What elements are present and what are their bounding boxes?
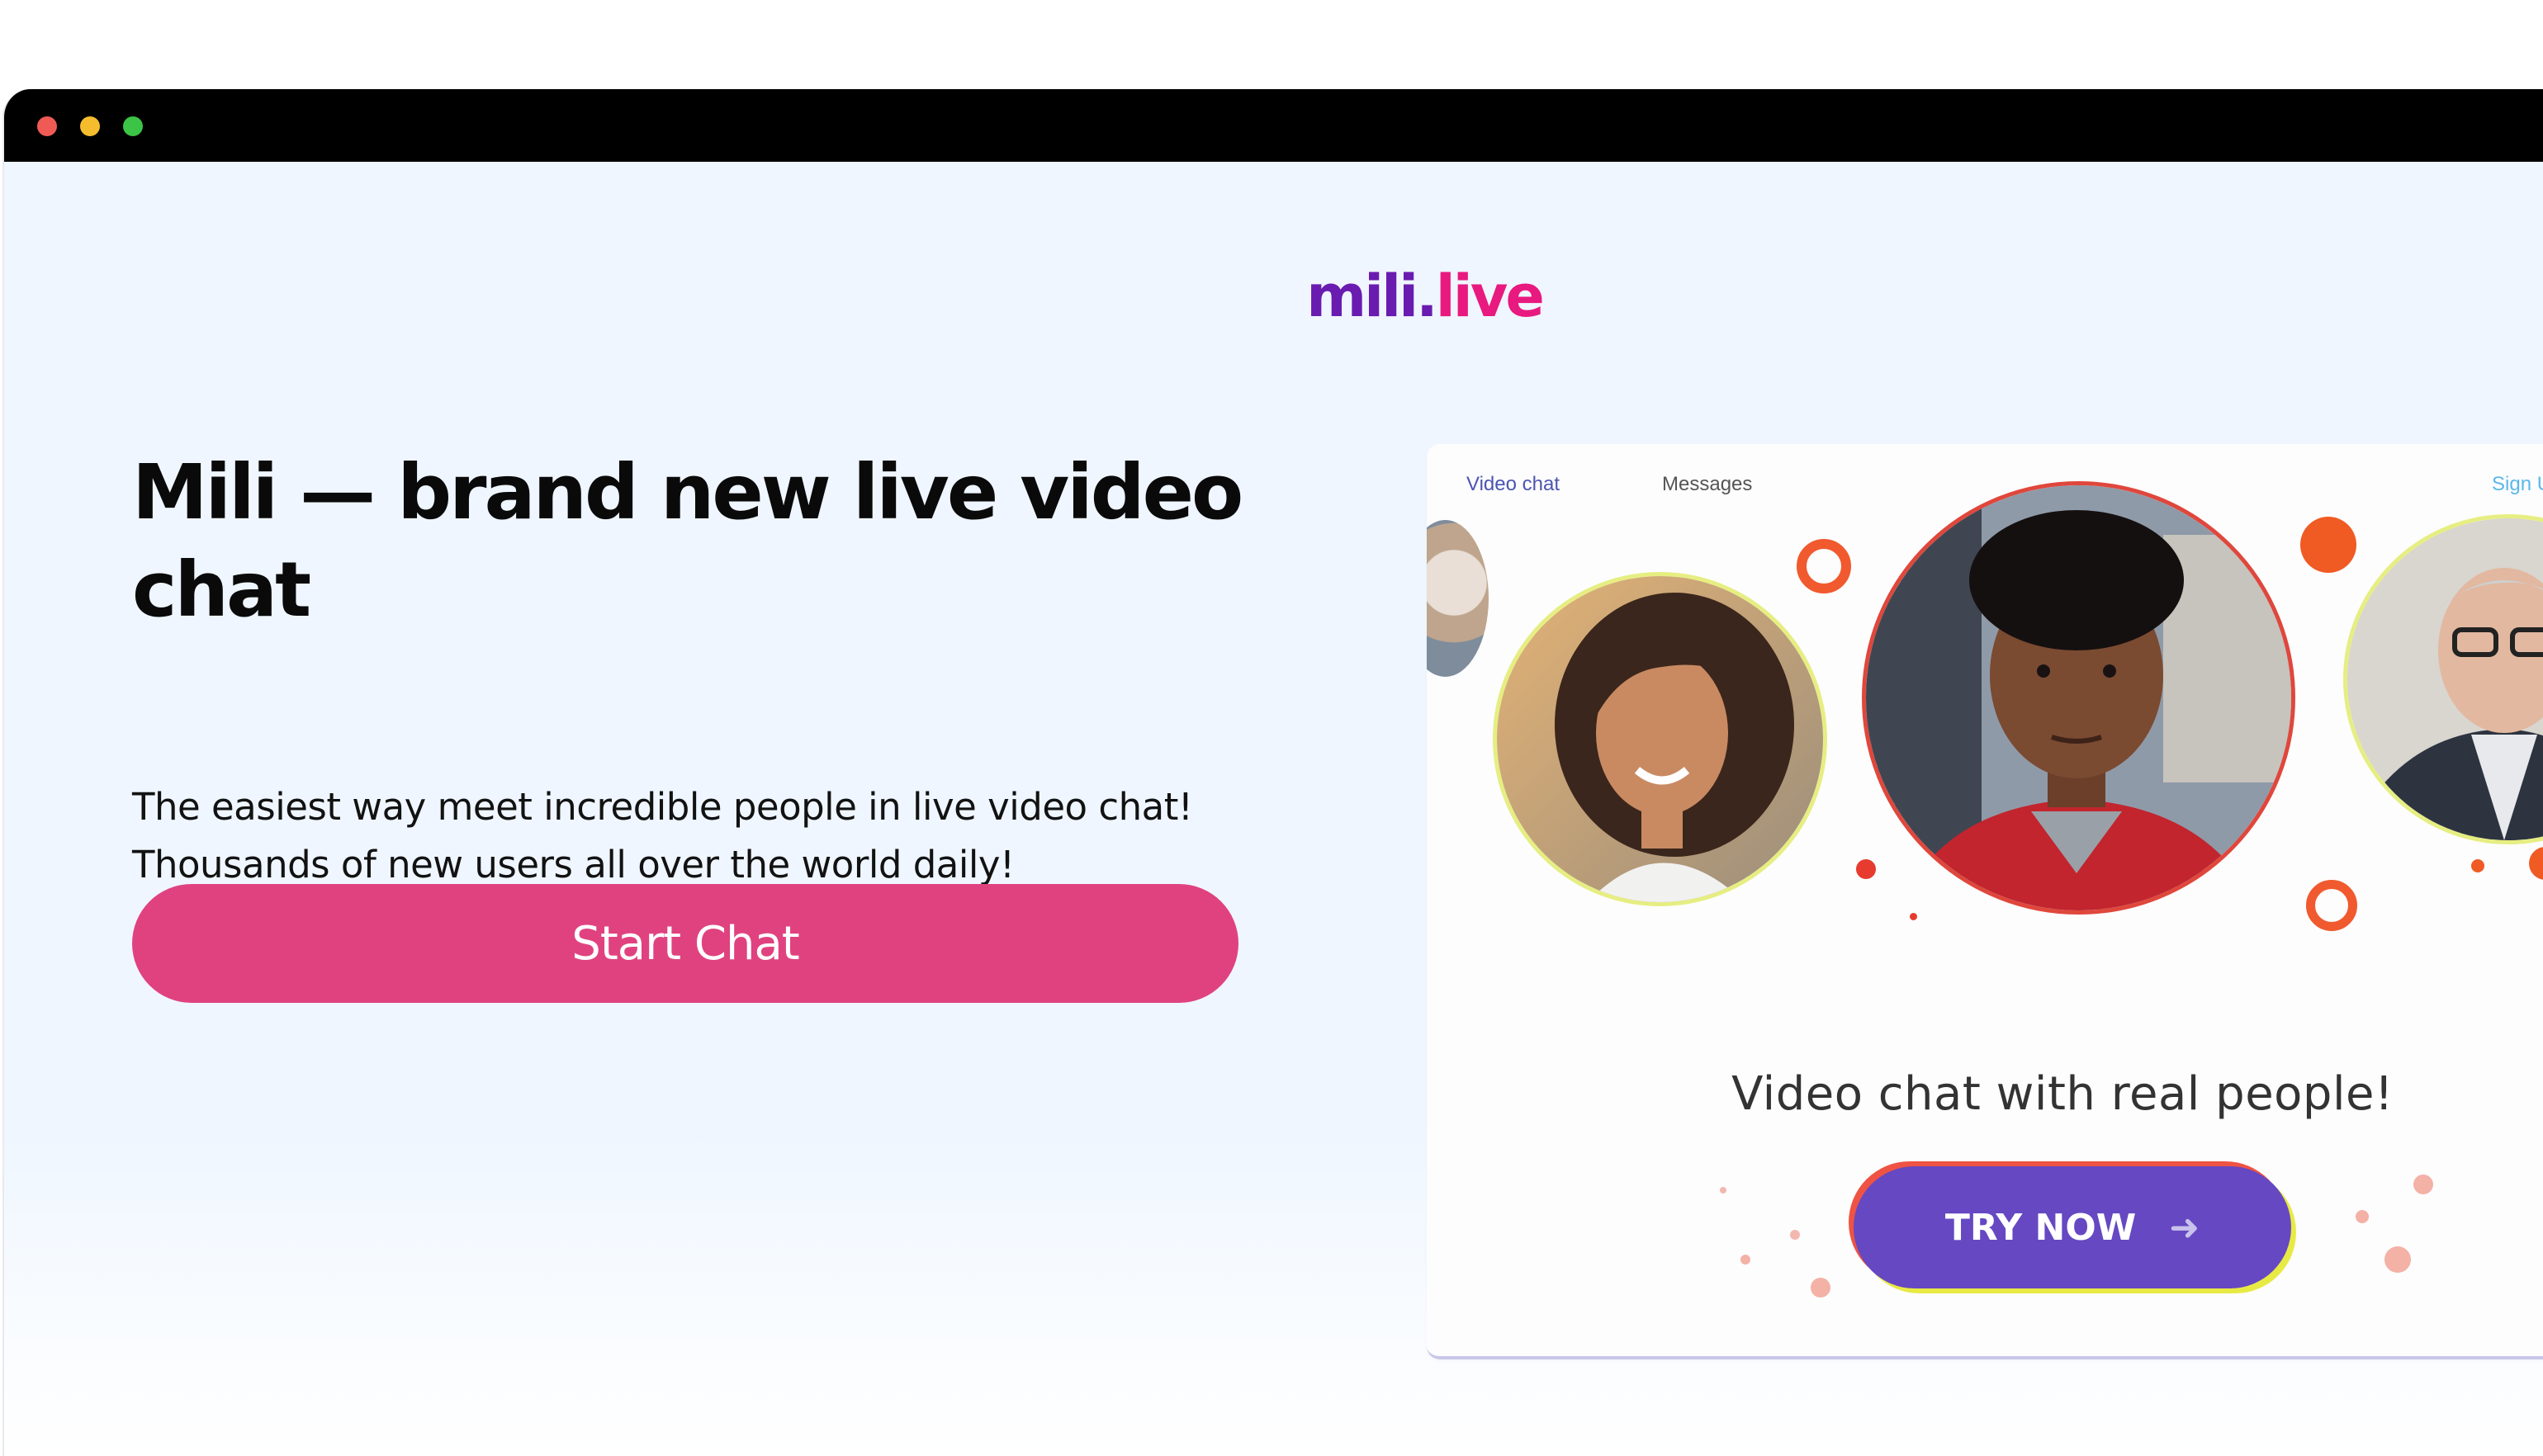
hero-headline: Mili — brand new live video chat [132, 448, 1243, 634]
avatar-man-photo [1866, 485, 2291, 910]
decor-dot-12 [2384, 1246, 2411, 1273]
decor-ring-2 [2306, 880, 2357, 931]
close-window-button[interactable] [37, 116, 57, 136]
hero-subtext-line-1: The easiest way meet incredible people i… [132, 785, 1193, 829]
preview-nav-sign-up: Sign U [2492, 473, 2543, 495]
window-titlebar [4, 89, 2543, 162]
maximize-window-button[interactable] [123, 116, 143, 136]
preview-caption: Video chat with real people! [1731, 1067, 2394, 1121]
avatar-woman [1493, 572, 1827, 906]
app-preview-image: Video chat Messages Sign U [1427, 444, 2543, 1359]
preview-nav-messages: Messages [1662, 473, 1753, 495]
decor-dot-2 [1856, 859, 1876, 879]
minimize-window-button[interactable] [80, 116, 100, 136]
decor-ring-1 [1797, 539, 1851, 593]
decor-dot-1 [2300, 517, 2356, 573]
decor-dot-10 [2356, 1210, 2369, 1223]
arrow-right-icon: ➜ [2169, 1206, 2200, 1249]
start-chat-button[interactable]: Start Chat [132, 884, 1238, 1003]
logo-text-live: live [1435, 262, 1545, 330]
decor-dot-5 [2529, 847, 2543, 880]
try-now-button: TRY NOW ➜ [1854, 1166, 2291, 1288]
logo-text-mili: mili. [1306, 262, 1438, 330]
try-now-label: TRY NOW [1944, 1206, 2137, 1249]
hero-subtext: The easiest way meet incredible people i… [132, 778, 1354, 894]
decor-dot-6 [1720, 1187, 1726, 1194]
decor-dot-7 [1790, 1230, 1800, 1240]
decor-dot-11 [2413, 1175, 2433, 1194]
avatar-woman-photo [1497, 576, 1823, 902]
decor-dot-4 [2471, 859, 2484, 872]
decor-dot-8 [1811, 1278, 1830, 1298]
browser-window: mili.live Mili — brand new live video ch… [2, 89, 2543, 1456]
decor-dot-9 [1740, 1255, 1750, 1265]
site-logo[interactable]: mili.live [4, 262, 2543, 330]
avatar-older-man-photo [2347, 518, 2543, 840]
decor-dot-3 [1910, 913, 1917, 920]
avatar-man [1862, 481, 2295, 915]
preview-nav-video-chat: Video chat [1466, 473, 1560, 495]
avatar-partial-left [1427, 520, 1489, 677]
avatar-older-man [2343, 514, 2543, 844]
